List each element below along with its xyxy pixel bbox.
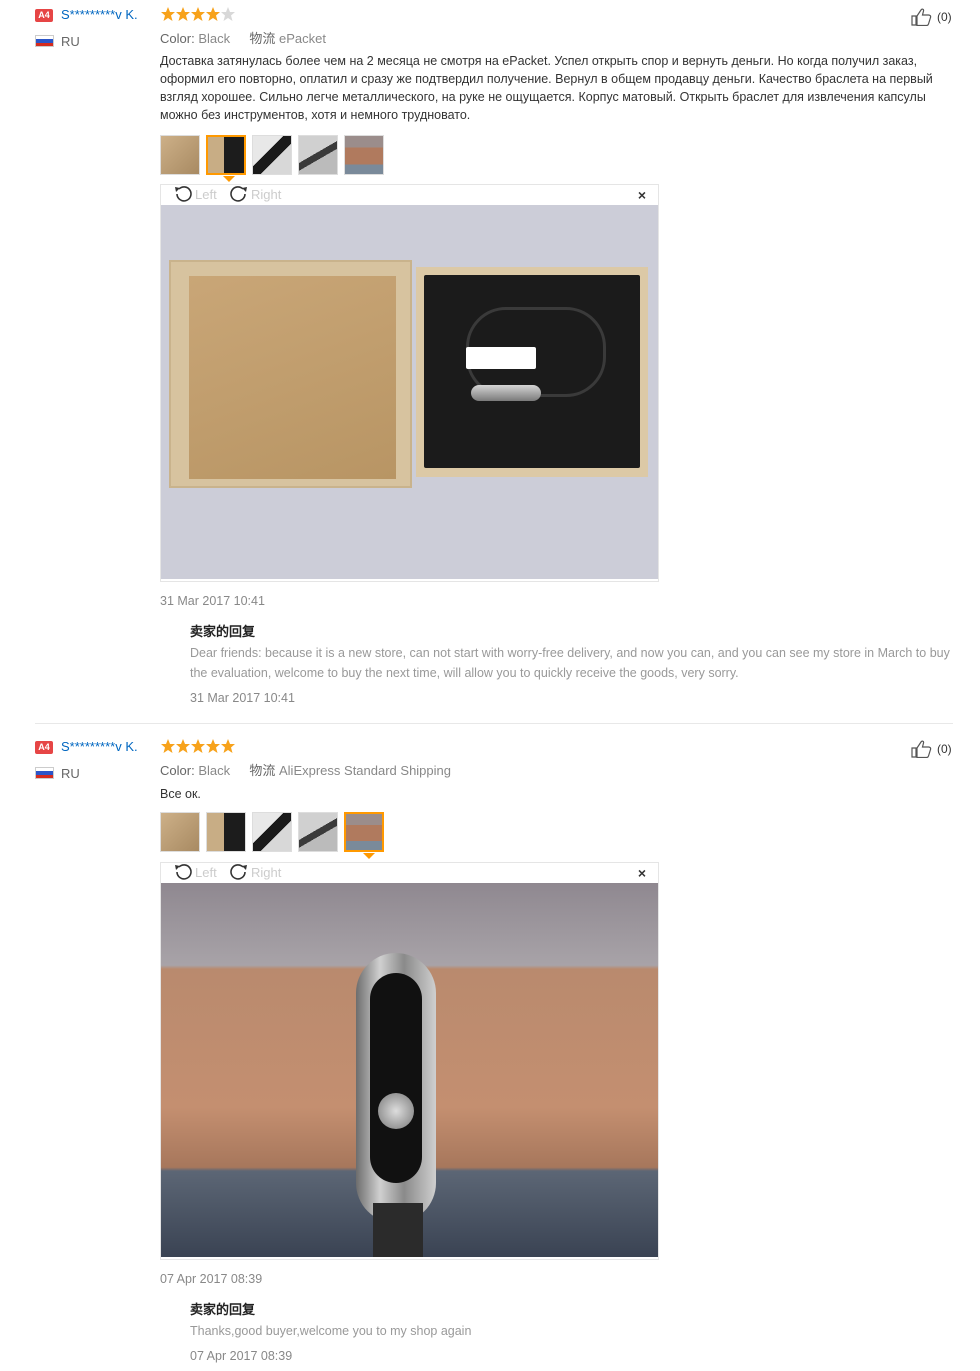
order-info: Color: Black 物流 AliExpress Standard Ship… <box>160 760 451 779</box>
star-icon <box>176 7 190 21</box>
thumbnail-box-band[interactable] <box>206 135 246 175</box>
helpful-count: (0) <box>937 10 952 24</box>
rotate-left-button[interactable]: Left <box>173 863 217 881</box>
star-icon <box>176 739 190 753</box>
star-icon <box>161 739 175 753</box>
thumbnail-band-side[interactable] <box>298 812 338 852</box>
rotate-right-button[interactable]: Right <box>229 185 281 203</box>
review-date: 07 Apr 2017 08:39 <box>160 1272 263 1286</box>
thumbnail-wrist[interactable] <box>344 812 384 852</box>
rotate-right-icon <box>230 186 247 202</box>
star-icon <box>206 739 220 753</box>
thumbnail-box-open[interactable] <box>160 812 200 852</box>
shipping-value: ePacket <box>279 31 326 46</box>
rotate-right-icon <box>230 864 247 880</box>
rotate-left-icon <box>175 186 192 202</box>
box-lid <box>169 260 412 488</box>
star-icon <box>191 739 205 753</box>
order-info: Color: Black 物流 ePacket <box>160 28 326 47</box>
thumbnail-wrist[interactable] <box>344 135 384 175</box>
seller-reply-title: 卖家的回复 <box>190 1302 256 1317</box>
seller-reply-date: 31 Mar 2017 10:41 <box>190 691 295 705</box>
seller-reply-text: Dear friends: because it is a new store,… <box>190 646 950 680</box>
photo-viewer: Left Right × <box>160 862 659 1260</box>
color-value: Black <box>198 763 231 778</box>
photo-viewer: Left Right × <box>160 184 659 582</box>
rotate-left-icon <box>175 864 192 880</box>
active-thumb-pointer <box>223 176 235 182</box>
thumbnail-box-band[interactable] <box>206 812 246 852</box>
russia-flag-icon <box>35 767 54 779</box>
color-value: Black <box>198 31 231 46</box>
buyer-name[interactable]: S*********v K. <box>61 739 138 754</box>
russia-flag-icon <box>35 35 54 47</box>
star-icon <box>161 7 175 21</box>
star-empty-icon <box>221 7 235 21</box>
thumbs-up-icon <box>911 8 932 26</box>
helpful-button[interactable]: (0) <box>911 8 952 26</box>
shipping-label: 物流 <box>249 31 276 46</box>
viewer-toolbar: Left Right × <box>161 185 658 205</box>
thumbnail-band-side[interactable] <box>298 135 338 175</box>
rating-stars <box>161 739 235 753</box>
thumbnail-box-open[interactable] <box>160 135 200 175</box>
thumbnail-band-top[interactable] <box>252 135 292 175</box>
thumbs-up-icon <box>911 740 932 758</box>
buyer-name[interactable]: S*********v K. <box>61 7 138 22</box>
review-text: Доставка затянулась более чем на 2 месяц… <box>160 54 933 122</box>
photo-thumbnails <box>160 135 384 175</box>
color-label: Color: <box>160 31 195 46</box>
review-photo-wrist <box>161 883 658 1257</box>
seller-reply-title: 卖家的回复 <box>190 624 256 639</box>
review-photo-box <box>161 205 658 579</box>
close-viewer-button[interactable]: × <box>638 187 646 203</box>
shipping-value: AliExpress Standard Shipping <box>279 763 451 778</box>
helpful-count: (0) <box>937 742 952 756</box>
band-capsule <box>356 953 436 1223</box>
star-icon <box>221 739 235 753</box>
active-thumb-pointer <box>363 853 375 859</box>
review-divider <box>35 723 953 724</box>
viewer-toolbar: Left Right × <box>161 863 658 883</box>
shipping-label: 物流 <box>249 763 276 778</box>
star-icon <box>191 7 205 21</box>
close-viewer-button[interactable]: × <box>638 865 646 881</box>
buyer-level-badge: A4 <box>35 9 53 22</box>
rating-stars <box>161 7 235 21</box>
helpful-button[interactable]: (0) <box>911 740 952 758</box>
star-icon <box>206 7 220 21</box>
rotate-right-button[interactable]: Right <box>229 863 281 881</box>
seller-reply-date: 07 Apr 2017 08:39 <box>190 1349 293 1363</box>
review-text: Все ок. <box>160 787 201 801</box>
thumbnail-band-top[interactable] <box>252 812 292 852</box>
band-strap <box>373 1203 423 1257</box>
buyer-level-badge: A4 <box>35 741 53 754</box>
box-tray <box>416 267 648 477</box>
review-date: 31 Mar 2017 10:41 <box>160 594 265 608</box>
buyer-country: RU <box>61 34 80 49</box>
buyer-country: RU <box>61 766 80 781</box>
photo-thumbnails <box>160 812 384 852</box>
color-label: Color: <box>160 763 195 778</box>
seller-reply-text: Thanks,good buyer,welcome you to my shop… <box>190 1324 472 1338</box>
rotate-left-button[interactable]: Left <box>173 185 217 203</box>
